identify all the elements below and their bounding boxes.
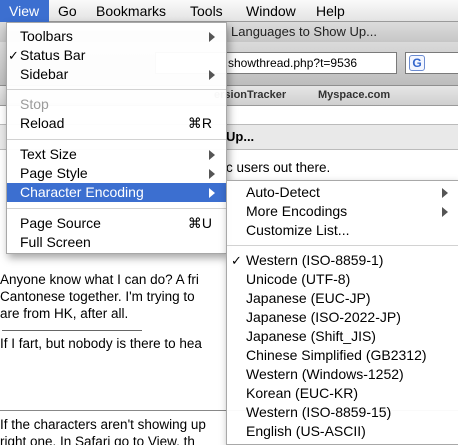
reload-shortcut: ⌘R	[187, 115, 212, 131]
menu-item-auto-detect[interactable]: Auto-Detect	[227, 183, 458, 202]
menu-item-more-encodings[interactable]: More Encodings	[227, 202, 458, 221]
submenu-arrow-icon	[209, 188, 215, 198]
menu-item-sidebar[interactable]: Sidebar	[7, 65, 226, 84]
bookmark-myspace[interactable]: Myspace.com	[318, 89, 390, 101]
post-text-line: If the characters aren't showing up	[0, 417, 206, 432]
page-source-shortcut: ⌘U	[187, 215, 212, 231]
menu-item-stop: Stop	[20, 96, 49, 112]
menu-item-reload[interactable]: Reload ⌘R	[7, 114, 226, 133]
post-text-line: c users out there.	[226, 160, 331, 175]
encoding-english-us-ascii[interactable]: English (US-ASCII)	[227, 422, 458, 441]
checkmark-icon: ✓	[8, 48, 19, 63]
submenu-arrow-icon	[209, 169, 215, 179]
encoding-korean-euc-kr[interactable]: Korean (EUC-KR)	[227, 384, 458, 403]
post-text-line: Cantonese together. I'm trying to	[0, 289, 195, 304]
menu-item-toolbars[interactable]: Toolbars	[7, 27, 226, 46]
menu-item-full-screen[interactable]: Full Screen	[7, 233, 226, 252]
menu-item-customize-list[interactable]: Customize List...	[227, 221, 458, 240]
tab-title: Languages to Show Up...	[231, 24, 377, 39]
menu-go[interactable]: Go	[58, 0, 77, 22]
menu-tools[interactable]: Tools	[190, 0, 223, 22]
submenu-arrow-icon	[209, 32, 215, 42]
post-text-line: right one. In Safari go to View, th	[0, 434, 195, 445]
menu-bar: View Go Bookmarks Tools Window Help	[0, 0, 458, 22]
menu-divider	[7, 208, 226, 209]
encoding-western-iso-8859-15[interactable]: Western (ISO-8859-15)	[227, 403, 458, 422]
encoding-japanese-iso-2022-jp[interactable]: Japanese (ISO-2022-JP)	[227, 308, 458, 327]
encoding-japanese-euc-jp[interactable]: Japanese (EUC-JP)	[227, 289, 458, 308]
menu-help[interactable]: Help	[316, 0, 345, 22]
encoding-western-windows-1252[interactable]: Western (Windows-1252)	[227, 365, 458, 384]
menu-item-status-bar[interactable]: ✓ Status Bar	[7, 46, 226, 65]
menu-item-text-size[interactable]: Text Size	[7, 145, 226, 164]
submenu-arrow-icon	[209, 150, 215, 160]
post-text-line: are from HK, after all.	[0, 306, 129, 321]
google-search-icon[interactable]: G	[409, 55, 425, 71]
address-bar-url: showthread.php?t=9536	[228, 56, 358, 70]
post-text-line: Anyone know what I can do? A fri	[0, 272, 199, 287]
menu-divider	[7, 139, 226, 140]
menu-item-page-source[interactable]: Page Source ⌘U	[7, 214, 226, 233]
encoding-chinese-simplified-gb2312[interactable]: Chinese Simplified (GB2312)	[227, 346, 458, 365]
menu-view[interactable]: View	[0, 0, 49, 22]
menu-item-character-encoding[interactable]: Character Encoding	[7, 183, 226, 202]
signature-text: If I fart, but nobody is there to hea	[0, 336, 202, 351]
encoding-japanese-shift-jis[interactable]: Japanese (Shift_JIS)	[227, 327, 458, 346]
signature-divider	[2, 330, 142, 331]
menu-divider	[227, 245, 458, 246]
menu-bookmarks[interactable]: Bookmarks	[96, 0, 166, 22]
menu-item-page-style[interactable]: Page Style	[7, 164, 226, 183]
submenu-arrow-icon	[442, 188, 448, 198]
search-field[interactable]: G	[405, 52, 458, 74]
menu-window[interactable]: Window	[246, 0, 296, 22]
submenu-arrow-icon	[209, 70, 215, 80]
checkmark-icon: ✓	[231, 253, 242, 268]
encoding-western-iso-8859-1[interactable]: ✓ Western (ISO-8859-1)	[227, 251, 458, 270]
view-menu: Toolbars ✓ Status Bar Sidebar Stop Reloa…	[6, 22, 227, 254]
encoding-unicode-utf-8[interactable]: Unicode (UTF-8)	[227, 270, 458, 289]
submenu-arrow-icon	[442, 207, 448, 217]
menu-divider	[7, 89, 226, 90]
character-encoding-submenu: Auto-Detect More Encodings Customize Lis…	[226, 180, 458, 445]
